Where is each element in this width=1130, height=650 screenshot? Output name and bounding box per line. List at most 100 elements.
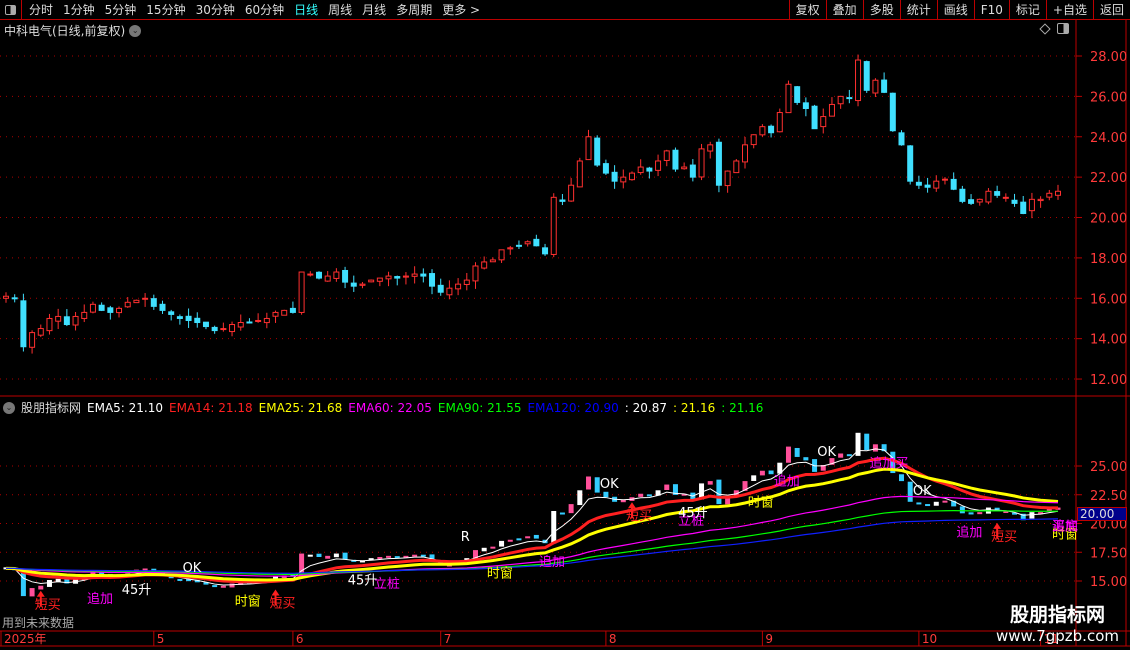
toolbar-button-3[interactable]: 统计 bbox=[899, 0, 937, 20]
panel-icon[interactable] bbox=[1057, 23, 1069, 34]
period-tab-5[interactable]: 60分钟 bbox=[240, 1, 289, 18]
stock-title-text: 中科电气(日线,前复权) bbox=[4, 24, 126, 38]
panel-icon bbox=[5, 4, 16, 15]
candle-body bbox=[202, 321, 209, 328]
indicator-candle bbox=[481, 547, 487, 552]
candle-body bbox=[559, 199, 566, 202]
candle-body bbox=[333, 271, 340, 279]
future-data-warning: 用到未来数据 bbox=[2, 616, 75, 630]
chevron-down-icon[interactable]: ⌄ bbox=[129, 24, 142, 37]
candle-body bbox=[889, 92, 896, 132]
candle-body bbox=[585, 136, 592, 161]
candle-body bbox=[742, 144, 749, 163]
candle-body bbox=[794, 86, 801, 103]
candle-body bbox=[307, 273, 314, 276]
candle-body bbox=[968, 199, 975, 204]
signal-label: 追加 bbox=[774, 474, 800, 490]
toolbar-button-8[interactable]: 返回 bbox=[1092, 0, 1130, 20]
toolbar-button-4[interactable]: 画线 bbox=[936, 0, 974, 20]
toolbar-button-2[interactable]: 多股 bbox=[862, 0, 900, 20]
indicator-candle bbox=[333, 553, 339, 558]
candle-body bbox=[550, 196, 557, 255]
indicator-candle bbox=[316, 553, 322, 557]
candle-body bbox=[472, 265, 479, 282]
candle-body bbox=[37, 328, 44, 336]
toolbar-button-6[interactable]: 标记 bbox=[1008, 0, 1046, 20]
watermark-name: 股朋指标网 bbox=[1009, 604, 1105, 626]
candle-body bbox=[55, 315, 62, 322]
period-tab-9[interactable]: 多周期 bbox=[391, 1, 437, 18]
signal-label: 短买 bbox=[270, 597, 296, 612]
indicator-candle bbox=[499, 540, 505, 547]
indicator-value-0: EMA5: 21.10 bbox=[87, 400, 164, 415]
signal-label: 45升 bbox=[678, 506, 708, 521]
candle-body bbox=[994, 191, 1001, 196]
ema90-line bbox=[5, 510, 1059, 576]
ema60-line bbox=[5, 495, 1059, 577]
chevron-down-icon[interactable]: ⌄ bbox=[3, 401, 15, 414]
indicator-candle bbox=[838, 453, 844, 458]
candle-body bbox=[907, 145, 914, 182]
period-tab-7[interactable]: 周线 bbox=[323, 1, 357, 18]
period-tab-4[interactable]: 30分钟 bbox=[191, 1, 240, 18]
candle-body bbox=[142, 297, 149, 300]
candle-body bbox=[576, 160, 583, 188]
candle-body bbox=[698, 148, 705, 178]
candle-body bbox=[1055, 190, 1061, 196]
toolbar-button-0[interactable]: 复权 bbox=[788, 0, 826, 20]
candle-body bbox=[220, 328, 227, 331]
month-label: 8 bbox=[609, 632, 617, 646]
candle-body bbox=[689, 164, 696, 178]
toolbar-button-7[interactable]: +自选 bbox=[1045, 0, 1093, 20]
candle-body bbox=[524, 241, 531, 245]
candle-body bbox=[811, 105, 818, 130]
candle-body bbox=[1020, 201, 1027, 214]
indicator-candle bbox=[46, 580, 52, 587]
indicator-candle bbox=[899, 474, 905, 482]
candle-body bbox=[246, 321, 253, 324]
candle-body bbox=[715, 141, 722, 186]
candle-body bbox=[446, 287, 453, 296]
period-tab-6[interactable]: 日线 bbox=[289, 1, 323, 18]
candle-body bbox=[455, 283, 462, 290]
candle-body bbox=[107, 307, 114, 313]
indicator-candle bbox=[212, 585, 218, 588]
period-tab-3[interactable]: 15分钟 bbox=[141, 1, 190, 18]
indicator-value-3: EMA60: 22.05 bbox=[348, 400, 432, 415]
lower-axis-label: 15.00 bbox=[1090, 575, 1127, 590]
indicator-candle bbox=[751, 475, 757, 481]
indicator-value-1: EMA14: 21.18 bbox=[169, 400, 253, 415]
indicator-candle bbox=[846, 454, 852, 457]
toolbar-button-5[interactable]: F10 bbox=[973, 0, 1009, 20]
lower-axis-label: 25.00 bbox=[1090, 460, 1127, 475]
period-tab-8[interactable]: 月线 bbox=[357, 1, 391, 18]
candle-body bbox=[915, 181, 922, 186]
candle-body bbox=[72, 315, 79, 326]
diamond-icon[interactable] bbox=[1039, 22, 1051, 35]
indicator-candle bbox=[307, 554, 313, 557]
current-value-label: 20.00 bbox=[1077, 507, 1127, 521]
stock-title[interactable]: 中科电气(日线,前复权) ⌄ bbox=[4, 22, 142, 39]
candle-body bbox=[933, 180, 940, 189]
candle-body bbox=[420, 273, 427, 277]
period-tab-10[interactable]: 更多 > bbox=[437, 1, 485, 18]
candle-body bbox=[602, 163, 609, 174]
signal-label: 时窗 bbox=[748, 494, 774, 510]
candle-body bbox=[368, 279, 375, 283]
indicator-value-5: EMA120: 20.90 bbox=[527, 400, 619, 415]
toolbar-button-1[interactable]: 叠加 bbox=[825, 0, 863, 20]
candle-body bbox=[324, 275, 331, 282]
indicator-candle bbox=[864, 433, 870, 451]
candle-body bbox=[950, 178, 957, 190]
sidebar-toggle-button[interactable] bbox=[0, 0, 22, 20]
candle-body bbox=[429, 273, 436, 287]
candle-body bbox=[255, 319, 262, 322]
indicator-name[interactable]: 股朋指标网 bbox=[21, 399, 81, 416]
period-tab-0[interactable]: 分时 bbox=[24, 1, 58, 18]
period-tab-1[interactable]: 1分钟 bbox=[58, 1, 100, 18]
candle-body bbox=[98, 304, 105, 311]
candle-body bbox=[150, 298, 157, 307]
candle-body bbox=[394, 276, 401, 279]
period-tab-2[interactable]: 5分钟 bbox=[100, 1, 142, 18]
chart-canvas[interactable]: 28.00 26.00 24.00 22.00 20.00 18.00 16.00 14.00… bbox=[0, 0, 1130, 650]
